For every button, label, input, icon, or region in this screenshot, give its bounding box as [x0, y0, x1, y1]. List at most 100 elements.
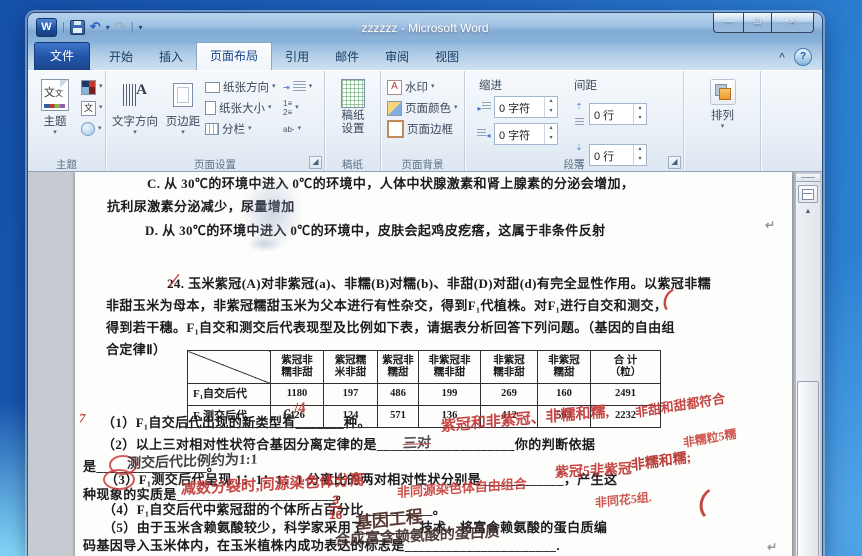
margins-label: 页边距: [165, 116, 201, 128]
indent-left-spin-down[interactable]: ▾: [545, 107, 557, 117]
group-arrange: 排列 ▾: [684, 71, 761, 171]
red-handwriting: 7: [77, 410, 88, 426]
dropdown-icon: ▾: [454, 104, 458, 111]
group-label-themes: 主题: [56, 159, 77, 171]
dropdown-icon: ▾: [268, 104, 272, 111]
tab-文件[interactable]: 文件: [34, 42, 91, 70]
split-handle[interactable]: [796, 174, 820, 182]
table-header-cell: 非紫冠 糯甜: [537, 350, 591, 384]
scroll-up-button[interactable]: ▲: [798, 205, 818, 219]
margins-button[interactable]: 页边距 ▾: [161, 74, 205, 155]
table-value-cell: 571: [377, 405, 419, 428]
scrollbar-thumb[interactable]: [797, 381, 819, 556]
spacing-before-spin-down[interactable]: ▾: [634, 114, 646, 124]
columns-button[interactable]: 分栏 ▾: [205, 120, 279, 138]
red-handwriting: （: [677, 487, 712, 521]
ink-handwriting: 三对: [402, 436, 432, 453]
tab-视图[interactable]: 视图: [422, 43, 472, 70]
spacing-before-value: 0 行: [594, 110, 615, 122]
indent-left-icon: ▸: [477, 98, 491, 116]
theme-effects-button[interactable]: ▾: [81, 120, 103, 138]
document-page[interactable]: C. 从 30℃的环境中进入 0℃的环境中，人体中状腺激素和肾上腺素的分泌会增加…: [75, 172, 792, 556]
grid-settings-label: 稿纸 设置: [341, 109, 365, 135]
spacing-before-spin-up[interactable]: ▴: [634, 104, 646, 114]
ribbon-tab-row: 文件 开始 插入 页面布局 引用 邮件 审阅 视图 ^ ?: [28, 42, 822, 70]
ink-handwriting: ↵: [764, 218, 776, 232]
theme-fonts-icon: 文: [81, 100, 96, 116]
spacing-before-icon: ⇡: [572, 96, 586, 132]
text-direction-label: 文字方向: [112, 116, 158, 128]
indent-left-input[interactable]: 0 字符 ▴ ▾: [494, 96, 558, 118]
tab-开始[interactable]: 开始: [96, 43, 146, 70]
maximize-button[interactable]: □: [744, 13, 771, 33]
text-direction-button[interactable]: A 文字方向 ▾: [109, 74, 161, 155]
tab-邮件[interactable]: 邮件: [322, 43, 372, 70]
theme-colors-button[interactable]: ▾: [81, 78, 103, 96]
arrange-button[interactable]: 排列 ▾: [699, 74, 747, 136]
group-themes: 文文 主题 ▾ ▾ 文 ▾ ▾ 主题: [28, 71, 106, 171]
collapse-ribbon-icon[interactable]: ^: [779, 52, 785, 63]
watermark-label: 水印: [405, 82, 428, 94]
group-label-paper: 稿纸: [342, 159, 363, 171]
tab-审阅[interactable]: 审阅: [372, 43, 422, 70]
orientation-button[interactable]: 纸张方向 ▾: [205, 78, 279, 96]
spacing-before-input[interactable]: 0 行 ▴ ▾: [589, 103, 647, 125]
dropdown-icon: ▾: [297, 125, 302, 132]
vertical-scrollbar[interactable]: ▲: [795, 174, 820, 556]
page-color-button[interactable]: 页面颜色 ▾: [387, 99, 458, 117]
table-value-cell: 486: [377, 383, 419, 406]
themes-label: 主题: [43, 116, 67, 128]
group-page-setup: A 文字方向 ▾ 页边距 ▾ 纸张方向 ▾ 纸张大小 ▾ 分栏 ▾ ⇥ ▾ 1≡…: [106, 71, 325, 171]
table-row-label: F₁测交后代: [187, 405, 271, 428]
dropdown-icon: ▾: [248, 125, 252, 132]
hyphenation-button[interactable]: ab- ▾: [283, 120, 313, 138]
dropdown-icon: ▾: [295, 104, 299, 111]
line-numbers-button[interactable]: 1≡ 2≡ ▾: [283, 99, 313, 117]
paper-size-button[interactable]: 纸张大小 ▾: [205, 99, 279, 117]
theme-fonts-button[interactable]: 文 ▾: [81, 99, 103, 117]
page-color-label: 页面颜色: [405, 103, 451, 115]
tab-页面布局[interactable]: 页面布局: [196, 42, 273, 70]
red-circle-mark: [103, 469, 135, 490]
ink-handwriting: ↵: [766, 540, 778, 554]
indent-left-spin-up[interactable]: ▴: [545, 97, 557, 107]
indent-right-spin-up[interactable]: ▴: [545, 124, 557, 134]
spacing-after-spin-up[interactable]: ▴: [634, 145, 646, 155]
indent-right-input[interactable]: 0 字符 ▴ ▾: [494, 123, 558, 145]
themes-button[interactable]: 文文 主题 ▾: [31, 74, 79, 155]
ink-handwriting: 6: [282, 405, 292, 426]
title-bar[interactable]: W | ↶ ▾ ↷ | ▾ zzzzzz - Microsoft Word – …: [28, 13, 822, 44]
ribbon-tabs: 文件 开始 插入 页面布局 引用 邮件 审阅 视图: [34, 42, 472, 70]
dropdown-icon: ▾: [181, 129, 185, 136]
ruler-toggle-button[interactable]: [798, 185, 818, 203]
orientation-icon: [205, 81, 220, 93]
paragraph-dialog-launcher[interactable]: ◢: [668, 156, 681, 169]
page-borders-label: 页面边框: [407, 124, 453, 136]
table-header-cell: 非紫冠 糯非甜: [480, 350, 538, 384]
page-borders-button[interactable]: 页面边框: [387, 120, 458, 138]
indent-right-spin-down[interactable]: ▾: [545, 134, 557, 144]
dropdown-icon: ▾: [308, 83, 313, 90]
watermark-button[interactable]: A 水印 ▾: [387, 78, 458, 96]
breaks-button[interactable]: ⇥ ▾: [283, 78, 313, 96]
handwritten-fraction: 3 16: [329, 493, 343, 522]
grid-settings-button[interactable]: 稿纸 设置: [329, 74, 377, 136]
table-header-cell: 合 计 （粒）: [590, 350, 661, 384]
table-row-label: F₁自交后代: [187, 383, 271, 406]
help-icon[interactable]: ?: [794, 48, 812, 66]
tab-引用[interactable]: 引用: [272, 43, 322, 70]
window-controls: – □ ×: [713, 13, 814, 33]
close-button[interactable]: ×: [771, 13, 814, 33]
group-page-background: A 水印 ▾ 页面颜色 ▾ 页面边框 页面背景: [381, 71, 465, 171]
orientation-label: 纸张方向: [223, 82, 269, 94]
minimize-button[interactable]: –: [713, 13, 744, 33]
red-handwriting: 紫冠5非紫冠: [554, 461, 632, 482]
document-area[interactable]: C. 从 30℃的环境中进入 0℃的环境中，人体中状腺激素和肾上腺素的分泌会增加…: [28, 172, 822, 556]
group-paper: 稿纸 设置 稿纸: [325, 71, 381, 171]
page-setup-dialog-launcher[interactable]: ◢: [309, 156, 322, 169]
table-value-cell: 197: [323, 383, 378, 406]
group-label-page-setup: 页面设置: [194, 159, 236, 171]
tab-插入[interactable]: 插入: [146, 43, 196, 70]
scan-text-line: D. 从 30℃的环境中进入 0℃的环境中，皮肤会起鸡皮疙瘩，这属于非条件反射: [145, 223, 606, 238]
dropdown-icon: ▾: [720, 123, 725, 130]
